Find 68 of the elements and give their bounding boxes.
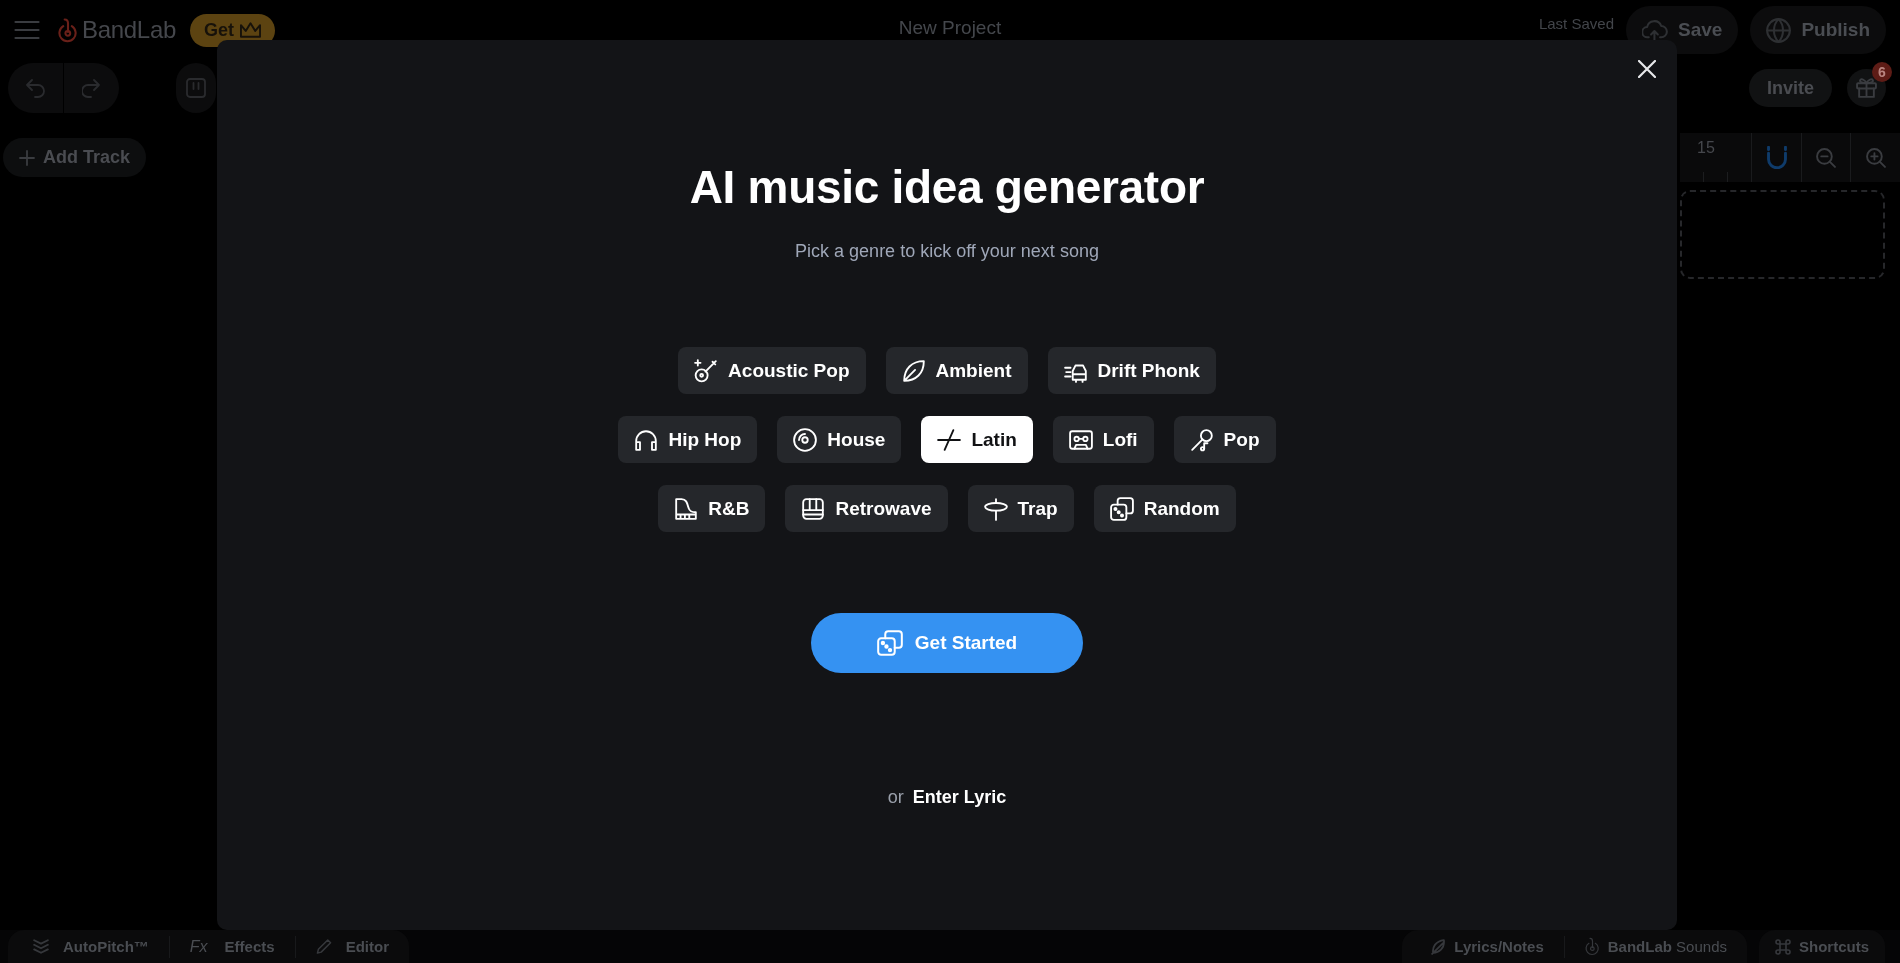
sounds-button[interactable]: BandLab Sounds [1564,930,1747,963]
command-icon [1775,938,1791,955]
toolbar-button[interactable] [176,63,216,113]
last-saved-label: Last Saved [1538,16,1614,32]
gift-icon [1856,78,1877,98]
genre-button[interactable]: Pop [1173,416,1276,463]
pencil-icon [315,939,332,954]
piano-icon [674,496,699,521]
genre-button[interactable]: Random [1093,485,1236,532]
genre-button[interactable]: Trap [967,485,1074,532]
track-drop-zone[interactable] [1680,190,1885,279]
cloud-upload-icon [1642,18,1668,42]
add-track-button[interactable]: Add Track [3,138,147,177]
headphones-icon [634,427,659,452]
layers-icon [33,939,49,954]
crown-icon [240,22,261,38]
ruler-number: 15 [1697,139,1715,156]
modal-subtitle: Pick a genre to kick off your next song [795,240,1099,263]
project-title: New Project [898,18,1002,38]
close-icon[interactable] [1638,60,1656,78]
cassette-icon [1068,427,1093,452]
editor-button[interactable]: Editor [295,930,409,963]
genre-button[interactable]: House [777,416,902,463]
genre-button[interactable]: Retrowave [785,485,948,532]
invite-button[interactable]: Invite [1749,69,1832,107]
genre-button[interactable]: Latin [921,416,1033,463]
crossed-line-icon [937,427,962,452]
guitar-icon [694,358,719,383]
dice-icon [876,630,903,656]
pause-icon [186,78,206,98]
vinyl-record-icon [793,427,818,452]
autopitch-button[interactable]: AutoPitch™ [13,930,169,963]
brand-name[interactable]: BandLab [82,16,176,44]
undo-icon [26,78,45,98]
timeline-ruler[interactable]: 15 [1680,133,1900,182]
redo-icon [82,78,101,98]
genre-button[interactable]: Hip Hop [618,416,758,463]
zoom-out-icon[interactable] [1816,147,1837,168]
undo-button[interactable] [8,63,63,113]
redo-button[interactable] [64,63,119,113]
menu-icon[interactable] [14,20,40,40]
notification-badge: 6 [1872,62,1892,82]
dice-icon [1109,496,1134,521]
plus-icon [19,149,35,166]
logo-icon [58,17,78,43]
or-label: or [887,786,904,809]
shortcuts-button[interactable]: Shortcuts [1759,930,1885,963]
genre-button[interactable]: Drift Phonk [1047,347,1216,394]
gift-button[interactable] [1847,69,1886,107]
cymbal-icon [983,496,1008,521]
lyrics-notes-button[interactable]: Lyrics/Notes [1410,930,1564,963]
keyboard-icon [801,496,826,521]
genre-button[interactable]: Lofi [1052,416,1154,463]
effects-button[interactable]: Fx Effects [169,930,295,963]
genre-button[interactable]: Ambient [885,347,1028,394]
logo-icon [1584,937,1600,956]
magnet-icon[interactable] [1766,146,1787,169]
enter-lyric-link[interactable]: Enter Lyric [912,785,1007,809]
feather-icon [1430,938,1447,955]
genre-button[interactable]: R&B [658,485,766,532]
microphone-icon [1189,427,1214,452]
zoom-in-icon[interactable] [1865,147,1886,168]
modal-title: AI music idea generator [689,160,1205,215]
globe-icon [1766,17,1792,43]
publish-button[interactable]: Publish [1750,6,1886,54]
leaf-icon [901,358,926,383]
get-started-button[interactable]: Get Started [811,613,1083,673]
genre-button[interactable]: Acoustic Pop [678,347,866,394]
